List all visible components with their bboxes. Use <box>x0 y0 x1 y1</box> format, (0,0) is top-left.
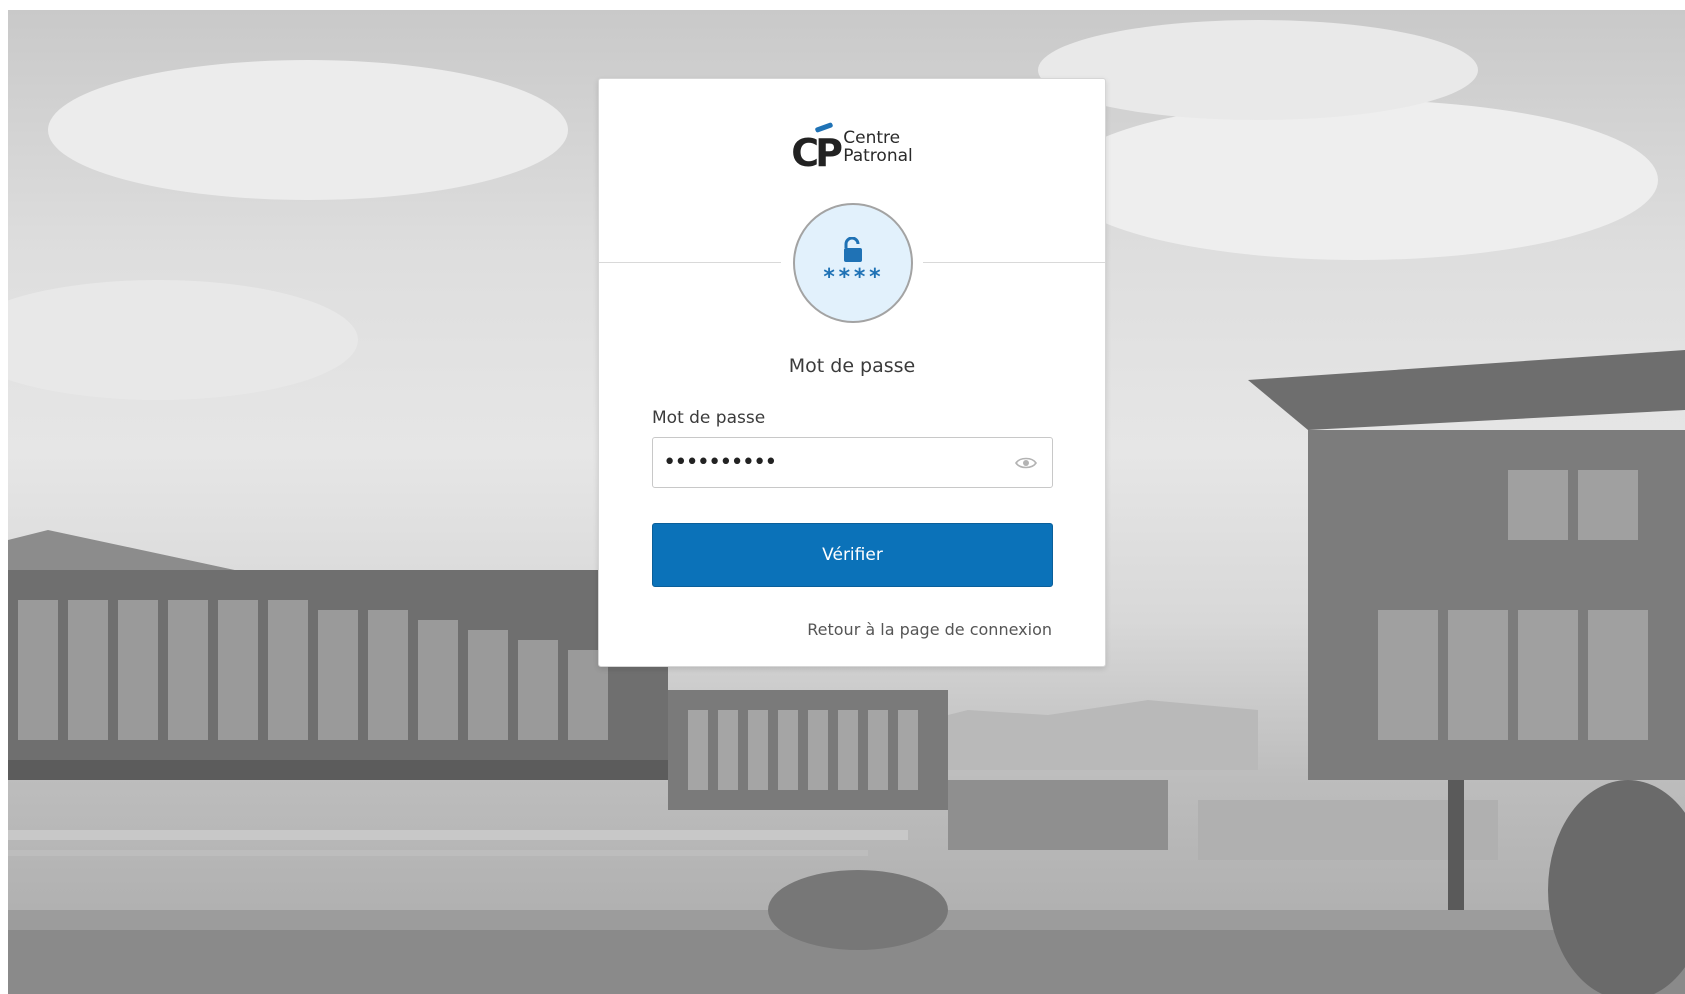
password-factor-badge: **** <box>793 203 913 323</box>
divider-right <box>923 262 1105 263</box>
centre-patronal-logo: CP Centre Patronal <box>599 119 1105 175</box>
unlocked-padlock-icon <box>844 236 862 262</box>
form-title: Mot de passe <box>788 355 916 377</box>
password-field <box>652 437 1053 488</box>
logo-line2: Patronal <box>843 146 913 166</box>
verify-button[interactable]: Vérifier <box>652 523 1053 587</box>
logo-line1: Centre <box>843 128 901 148</box>
logo-mark: CP <box>791 122 843 175</box>
logo-mark-text: CP <box>791 131 843 175</box>
divider-left <box>599 262 781 263</box>
password-input[interactable] <box>653 438 1052 487</box>
logo-wordmark: Centre Patronal <box>843 129 913 165</box>
back-to-login-link[interactable]: Retour à la page de connexion <box>807 620 1052 639</box>
password-card: CP Centre Patronal **** Mot de passe Mot… <box>598 78 1106 667</box>
password-stars: **** <box>822 264 884 290</box>
password-label: Mot de passe <box>652 408 766 428</box>
eye-icon[interactable] <box>1014 453 1038 473</box>
